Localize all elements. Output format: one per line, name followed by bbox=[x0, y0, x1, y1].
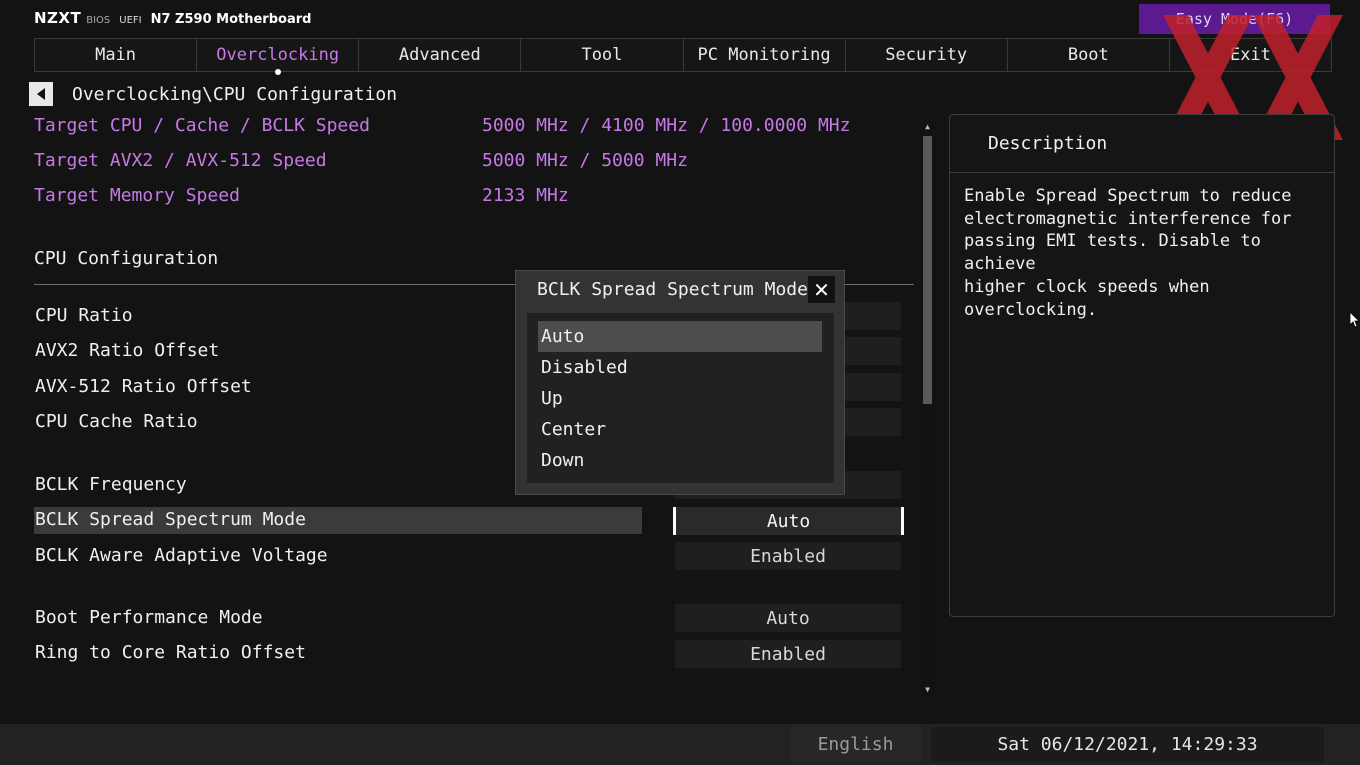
tab-pc-monitoring[interactable]: PC Monitoring bbox=[683, 38, 846, 72]
setting-ring-to-core-ratio-offset[interactable]: Ring to Core Ratio Offset bbox=[35, 642, 306, 663]
scroll-up-icon[interactable]: ▲ bbox=[921, 121, 934, 133]
tab-overclocking-label: Overclocking bbox=[216, 45, 340, 65]
setting-bclk-aware-adaptive-voltage[interactable]: BCLK Aware Adaptive Voltage bbox=[35, 545, 328, 566]
brand-header: NZXT BIOS UEFI N7 Z590 Motherboard bbox=[34, 9, 311, 27]
setting-cpu-ratio[interactable]: CPU Ratio bbox=[35, 305, 133, 326]
active-tab-indicator bbox=[274, 69, 281, 75]
bios-label: BIOS bbox=[86, 15, 111, 26]
popup-option-auto[interactable]: Auto bbox=[538, 321, 822, 352]
date-time-display: Sat 06/12/2021, 14:29:33 bbox=[931, 727, 1324, 762]
description-text: Enable Spread Spectrum to reduce electro… bbox=[964, 186, 1292, 320]
main-tabs: Main Overclocking Advanced Tool PC Monit… bbox=[34, 38, 1332, 75]
back-arrow-icon bbox=[37, 88, 45, 100]
popup-title: BCLK Spread Spectrum Mode bbox=[537, 279, 808, 300]
tab-overclocking[interactable]: Overclocking bbox=[197, 38, 360, 75]
target-cpu-speed-value: 5000 MHz / 4100 MHz / 100.0000 MHz bbox=[482, 115, 851, 136]
tab-advanced[interactable]: Advanced bbox=[359, 38, 522, 72]
setting-bclk-spread-spectrum-mode[interactable]: BCLK Spread Spectrum Mode bbox=[35, 509, 306, 530]
section-title: CPU Configuration bbox=[34, 248, 219, 269]
language-selector[interactable]: English bbox=[790, 727, 921, 762]
target-memory-speed-label: Target Memory Speed bbox=[34, 185, 240, 206]
popup-option-up[interactable]: Up bbox=[538, 383, 822, 414]
target-cpu-speed-label: Target CPU / Cache / BCLK Speed bbox=[34, 115, 370, 136]
setting-bclk-frequency[interactable]: BCLK Frequency bbox=[35, 474, 187, 495]
target-memory-speed-value: 2133 MHz bbox=[482, 185, 569, 206]
uefi-label: UEFI bbox=[119, 15, 142, 26]
tab-boot[interactable]: Boot bbox=[1007, 38, 1170, 72]
popup-option-center[interactable]: Center bbox=[538, 414, 822, 445]
tab-tool[interactable]: Tool bbox=[521, 38, 684, 72]
setting-avx512-ratio-offset[interactable]: AVX-512 Ratio Offset bbox=[35, 376, 252, 397]
target-avx-speed-value: 5000 MHz / 5000 MHz bbox=[482, 150, 688, 171]
description-title: Description bbox=[988, 133, 1108, 154]
popup-option-disabled[interactable]: Disabled bbox=[538, 352, 822, 383]
setting-boot-performance-mode-value[interactable]: Auto bbox=[675, 604, 901, 632]
back-button[interactable] bbox=[29, 82, 53, 106]
tab-main[interactable]: Main bbox=[34, 38, 198, 72]
nzxt-logo: NZXT bbox=[34, 9, 82, 27]
popup-option-down[interactable]: Down bbox=[538, 445, 822, 476]
mouse-cursor-icon bbox=[1350, 312, 1360, 328]
setting-bclk-aware-adaptive-voltage-value[interactable]: Enabled bbox=[675, 542, 901, 570]
motherboard-model: N7 Z590 Motherboard bbox=[150, 12, 312, 27]
tab-security[interactable]: Security bbox=[845, 38, 1008, 72]
setting-avx2-ratio-offset[interactable]: AVX2 Ratio Offset bbox=[35, 340, 219, 361]
scrollbar-thumb[interactable] bbox=[923, 136, 932, 404]
setting-boot-performance-mode[interactable]: Boot Performance Mode bbox=[35, 607, 263, 628]
scroll-down-icon[interactable]: ▼ bbox=[921, 684, 934, 696]
breadcrumb: Overclocking\CPU Configuration bbox=[72, 84, 398, 105]
setting-ring-to-core-ratio-offset-value[interactable]: Enabled bbox=[675, 640, 901, 668]
setting-bclk-spread-spectrum-mode-value[interactable]: Auto bbox=[673, 507, 904, 535]
target-avx-speed-label: Target AVX2 / AVX-512 Speed bbox=[34, 150, 327, 171]
setting-cpu-cache-ratio[interactable]: CPU Cache Ratio bbox=[35, 411, 198, 432]
close-icon[interactable]: ✕ bbox=[808, 276, 835, 303]
